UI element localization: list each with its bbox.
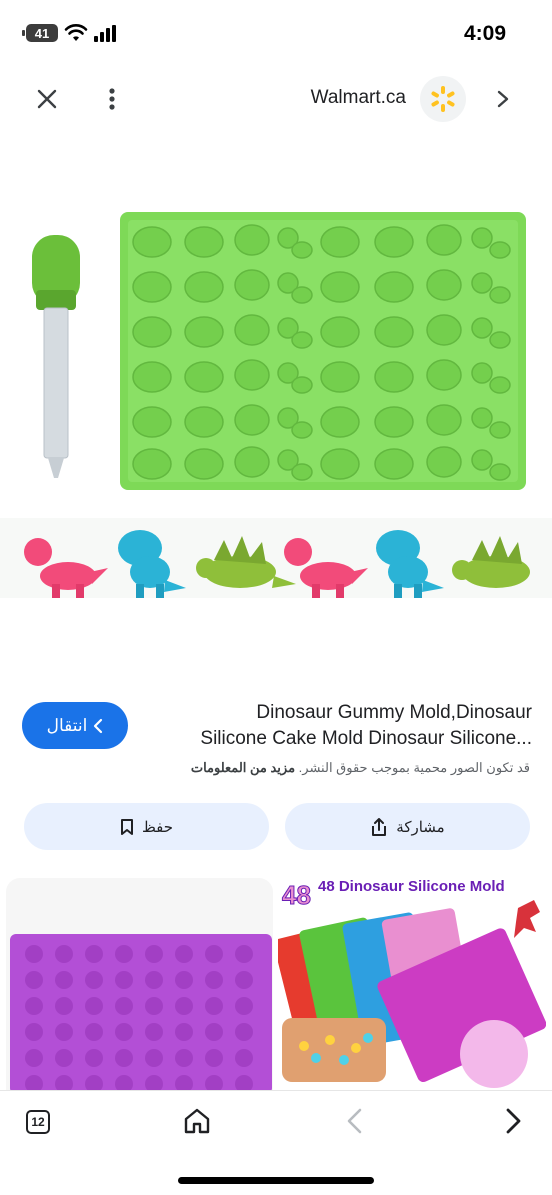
copyright-text: قد تكون الصور محمية بموجب حقوق النشر. (298, 760, 530, 775)
close-icon (37, 89, 57, 109)
next-result-button[interactable] (488, 84, 518, 114)
cellular-signal-icon (94, 25, 116, 42)
learn-more-link[interactable]: مزيد من المعلومات (191, 760, 295, 775)
copyright-notice: قد تكون الصور محمية بموجب حقوق النشر. مز… (191, 760, 530, 776)
related-image-2[interactable]: 48 48 Dinosaur Silicone Mold (278, 878, 546, 1090)
share-button[interactable]: مشاركة (285, 803, 530, 850)
more-options-button[interactable] (100, 84, 124, 114)
visit-label: انتقال (46, 715, 88, 735)
tab-count: 12 (31, 1115, 45, 1129)
share-label: مشاركة (396, 818, 445, 836)
source-site-name[interactable]: Walmart.ca (311, 87, 406, 109)
home-icon[interactable] (182, 1106, 212, 1136)
status-time: 4:09 (463, 22, 506, 45)
multicolor-molds-illustration: 48 (278, 880, 546, 1088)
result-title-line1: Dinosaur Gummy Mold,Dinosaur (256, 702, 532, 723)
related-image-2-caption: 48 Dinosaur Silicone Mold (318, 878, 505, 895)
svg-text:48: 48 (282, 880, 311, 910)
more-vert-icon (109, 88, 115, 110)
dropper-illustration (32, 235, 80, 478)
home-indicator[interactable] (178, 1177, 374, 1184)
browser-bottom-bar: 12 (0, 1090, 552, 1195)
battery-level: 41 (34, 25, 50, 41)
chevron-left-icon (94, 718, 103, 733)
result-title-line2: Silicone Cake Mold Dinosaur Silicone... (200, 728, 532, 749)
walmart-spark-icon (431, 86, 455, 112)
related-image-1[interactable] (6, 878, 273, 1090)
product-image[interactable] (0, 140, 552, 670)
chevron-right-icon (497, 90, 509, 108)
back-arrow-icon[interactable] (342, 1106, 368, 1136)
save-label: حفظ (141, 818, 174, 836)
close-button[interactable] (32, 84, 62, 114)
status-bar: 41 4:09 (0, 0, 552, 62)
battery-icon: 41 (22, 24, 58, 42)
forward-arrow-icon[interactable] (500, 1106, 526, 1136)
gummy-dinosaurs (0, 518, 552, 598)
mold-tray (120, 212, 526, 490)
bookmark-icon (120, 818, 133, 835)
walmart-logo[interactable] (420, 76, 466, 122)
result-title[interactable]: Dinosaur Gummy Mold,Dinosaur Silicone Ca… (150, 700, 532, 752)
tabs-button[interactable]: 12 (26, 1110, 50, 1134)
gummy-mold-illustration (0, 212, 552, 598)
purple-mold-illustration (10, 934, 272, 1090)
wifi-icon (64, 24, 88, 41)
viewer-top-bar: Walmart.ca (0, 70, 552, 126)
visit-site-button[interactable]: انتقال (22, 702, 128, 749)
share-icon (372, 817, 387, 836)
save-button[interactable]: حفظ (24, 803, 269, 850)
